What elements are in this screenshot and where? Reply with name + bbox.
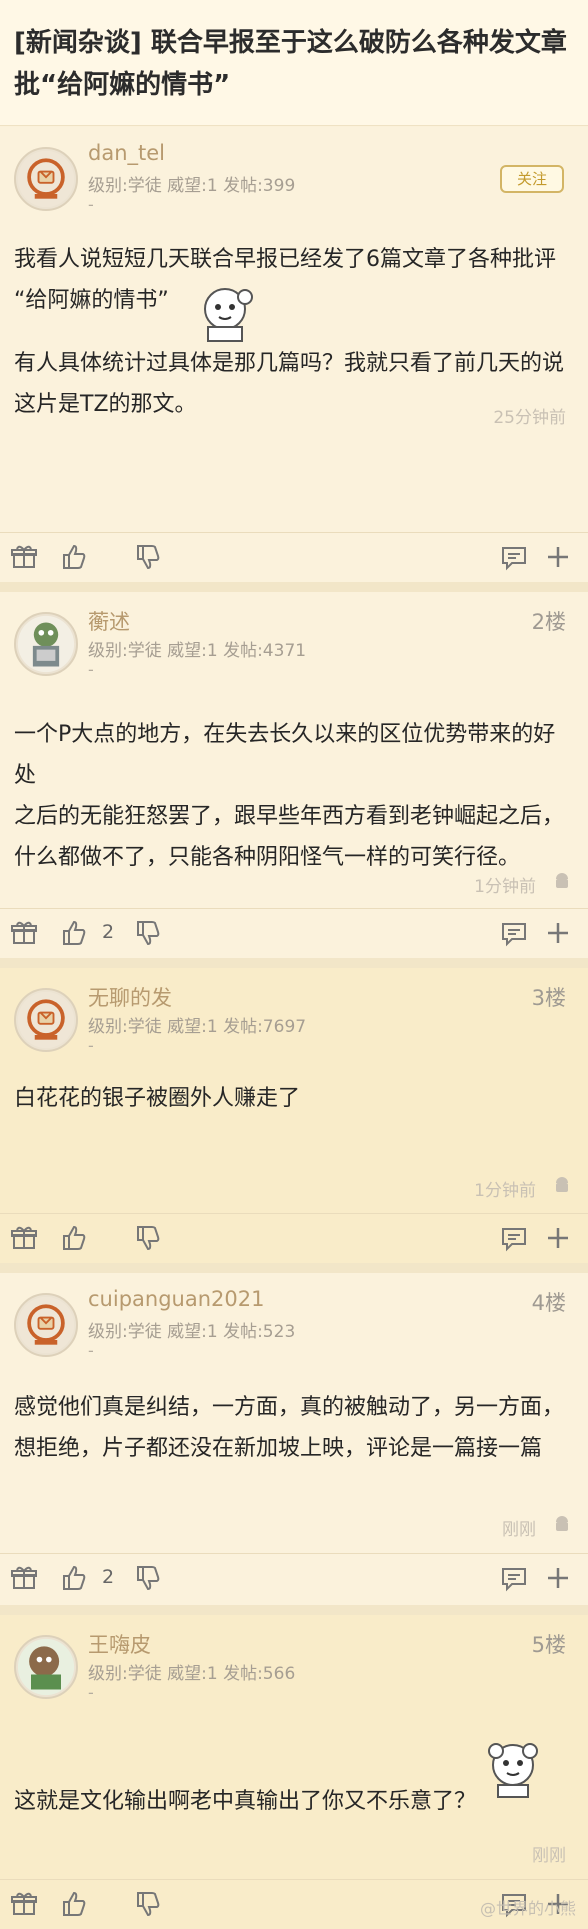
sticker-emoji-icon <box>488 1743 538 1798</box>
user-signature: - <box>88 1341 94 1360</box>
post-time: 1分钟前 <box>474 1181 536 1201</box>
gift-icon[interactable] <box>10 1890 38 1918</box>
content-line: 我看人说短短几天联合早报已经发了6篇文章了各种批评 <box>14 247 556 272</box>
post-floor-5: 王嗨皮 级别:学徒 威望:1 发帖:566 - 5楼 这就是文化输出啊老中真输出… <box>0 1615 588 1929</box>
plus-icon[interactable] <box>544 543 572 571</box>
floor-number: 2楼 <box>531 610 566 634</box>
thread-title-line2: 批“给阿嫲的情书” <box>14 70 231 100</box>
comment-icon[interactable] <box>500 919 528 947</box>
thumbs-down-icon[interactable] <box>134 919 162 947</box>
thread-title: [新闻杂谈] 联合早报至于这么破防么各种发文章 批“给阿嫲的情书” <box>0 0 588 126</box>
thumbs-up-icon[interactable] <box>60 1224 88 1252</box>
content-line: 感觉他们真是纠结，一方面，真的被触动了，另一方面， <box>14 1395 565 1420</box>
content-line: 这片是TZ的那文。 <box>14 392 197 417</box>
user-signature: - <box>88 660 94 679</box>
gift-icon[interactable] <box>10 1224 38 1252</box>
post-floor-2: 蘅述 级别:学徒 威望:1 发帖:4371 - 2楼 一个P大点的地方，在失去长… <box>0 592 588 958</box>
post-header: dan_tel 级别:学徒 威望:1 发帖:399 - 关注 <box>0 127 588 237</box>
user-signature: - <box>88 195 94 214</box>
post-floor-4: cuipanguan2021 级别:学徒 威望:1 发帖:523 - 4楼 感觉… <box>0 1273 588 1615</box>
post-separator <box>0 582 588 592</box>
watermark: @世界的小熊 <box>479 1899 576 1918</box>
thumbs-up-icon[interactable] <box>60 1890 88 1918</box>
user-signature: - <box>88 1036 94 1055</box>
floor-number: 5楼 <box>531 1633 566 1657</box>
user-info: 级别:学徒 威望:1 发帖:523 <box>88 1322 296 1342</box>
username[interactable]: cuipanguan2021 <box>88 1287 264 1311</box>
thumbs-down-icon[interactable] <box>134 543 162 571</box>
like-count: 2 <box>102 921 115 943</box>
user-signature: - <box>88 1683 94 1702</box>
android-icon <box>556 873 568 888</box>
floor-number: 3楼 <box>531 986 566 1010</box>
post-header: 王嗨皮 级别:学徒 威望:1 发帖:566 - 5楼 <box>0 1615 588 1725</box>
post-header: 无聊的发 级别:学徒 威望:1 发帖:7697 - 3楼 <box>0 968 588 1078</box>
user-info: 级别:学徒 威望:1 发帖:399 <box>88 176 296 196</box>
username[interactable]: 蘅述 <box>88 606 130 636</box>
plus-icon[interactable] <box>544 1224 572 1252</box>
post-separator <box>0 1263 588 1273</box>
floor-number: 4楼 <box>531 1291 566 1315</box>
thumbs-up-icon[interactable] <box>60 1564 88 1592</box>
gift-icon[interactable] <box>10 1564 38 1592</box>
thumbs-down-icon[interactable] <box>134 1890 162 1918</box>
content-line: 白花花的银子被圈外人赚走了 <box>14 1086 301 1111</box>
avatar[interactable] <box>14 1293 78 1357</box>
post-time: 刚刚 <box>502 1520 536 1540</box>
post-time: 25分钟前 <box>493 408 566 428</box>
comment-icon[interactable] <box>500 1564 528 1592</box>
post-floor-3: 无聊的发 级别:学徒 威望:1 发帖:7697 - 3楼 白花花的银子被圈外人赚… <box>0 968 588 1263</box>
post-time: 刚刚 <box>532 1846 566 1866</box>
avatar[interactable] <box>14 612 78 676</box>
post-header: 蘅述 级别:学徒 威望:1 发帖:4371 - 2楼 <box>0 592 588 702</box>
post-separator <box>0 958 588 968</box>
post-time: 1分钟前 <box>474 877 536 897</box>
post-actions: 2 <box>0 1553 588 1603</box>
comment-icon[interactable] <box>500 543 528 571</box>
gift-icon[interactable] <box>10 919 38 947</box>
content-line: 有人具体统计过具体是那几篇吗？我就只看了前几天的说 <box>14 351 565 376</box>
content-line <box>14 321 574 343</box>
post-main: dan_tel 级别:学徒 威望:1 发帖:399 - 关注 我看人说短短几天联… <box>0 127 588 587</box>
post-actions: 2 <box>0 908 588 958</box>
android-icon <box>556 1516 568 1531</box>
user-info: 级别:学徒 威望:1 发帖:4371 <box>88 641 307 661</box>
user-info: 级别:学徒 威望:1 发帖:7697 <box>88 1017 307 1037</box>
avatar[interactable] <box>14 147 78 211</box>
thumbs-down-icon[interactable] <box>134 1564 162 1592</box>
post-separator <box>0 1605 588 1615</box>
content-line: “给阿嫲的情书” <box>14 288 169 313</box>
thread-title-line1: [新闻杂谈] 联合早报至于这么破防么各种发文章 <box>14 28 567 58</box>
username[interactable]: 王嗨皮 <box>88 1629 151 1659</box>
content-line: 一个P大点的地方，在失去长久以来的区位优势带来的好处 <box>14 722 556 788</box>
comment-icon[interactable] <box>500 1224 528 1252</box>
android-icon <box>556 1177 568 1192</box>
like-count: 2 <box>102 1566 115 1588</box>
post-actions <box>0 1213 588 1263</box>
username[interactable]: dan_tel <box>88 141 165 165</box>
sticker-emoji-icon <box>204 288 253 342</box>
post-header: cuipanguan2021 级别:学徒 威望:1 发帖:523 - 4楼 <box>0 1273 588 1383</box>
thumbs-up-icon[interactable] <box>60 543 88 571</box>
content-line: 想拒绝，片子都还没在新加坡上映，评论是一篇接一篇 <box>14 1436 543 1461</box>
post-content: 我看人说短短几天联合早报已经发了6篇文章了各种批评 “给阿嫲的情书” 有人具体统… <box>0 239 588 425</box>
post-content: 白花花的银子被圈外人赚走了 <box>0 1078 588 1119</box>
avatar[interactable] <box>14 988 78 1052</box>
post-content: 感觉他们真是纠结，一方面，真的被触动了，另一方面， 想拒绝，片子都还没在新加坡上… <box>0 1387 588 1469</box>
post-content: 一个P大点的地方，在失去长久以来的区位优势带来的好处 之后的无能狂怒罢了，跟早些… <box>0 714 588 878</box>
thumbs-down-icon[interactable] <box>134 1224 162 1252</box>
gift-icon[interactable] <box>10 543 38 571</box>
follow-button[interactable]: 关注 <box>500 165 564 193</box>
username[interactable]: 无聊的发 <box>88 982 172 1012</box>
avatar[interactable] <box>14 1635 78 1699</box>
content-line: 之后的无能狂怒罢了，跟早些年西方看到老钟崛起之后， <box>14 804 565 829</box>
plus-icon[interactable] <box>544 1564 572 1592</box>
user-info: 级别:学徒 威望:1 发帖:566 <box>88 1664 296 1684</box>
post-actions <box>0 532 588 582</box>
plus-icon[interactable] <box>544 919 572 947</box>
thumbs-up-icon[interactable] <box>60 919 88 947</box>
